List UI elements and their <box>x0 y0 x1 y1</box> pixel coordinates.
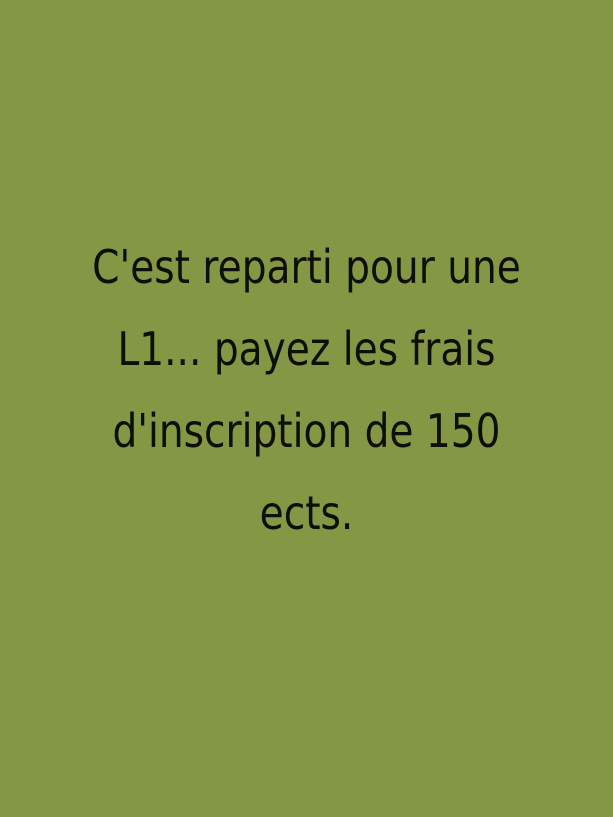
card-message-line: C'est reparti pour une <box>92 240 521 294</box>
card-message: C'est reparti pour une L1... payez les f… <box>46 226 567 554</box>
card-message-line: ects. <box>259 486 354 540</box>
game-card: C'est reparti pour une L1... payez les f… <box>0 0 613 817</box>
card-message-line: L1... payez les frais <box>117 322 496 376</box>
card-message-line: d'inscription de 150 <box>112 404 501 458</box>
